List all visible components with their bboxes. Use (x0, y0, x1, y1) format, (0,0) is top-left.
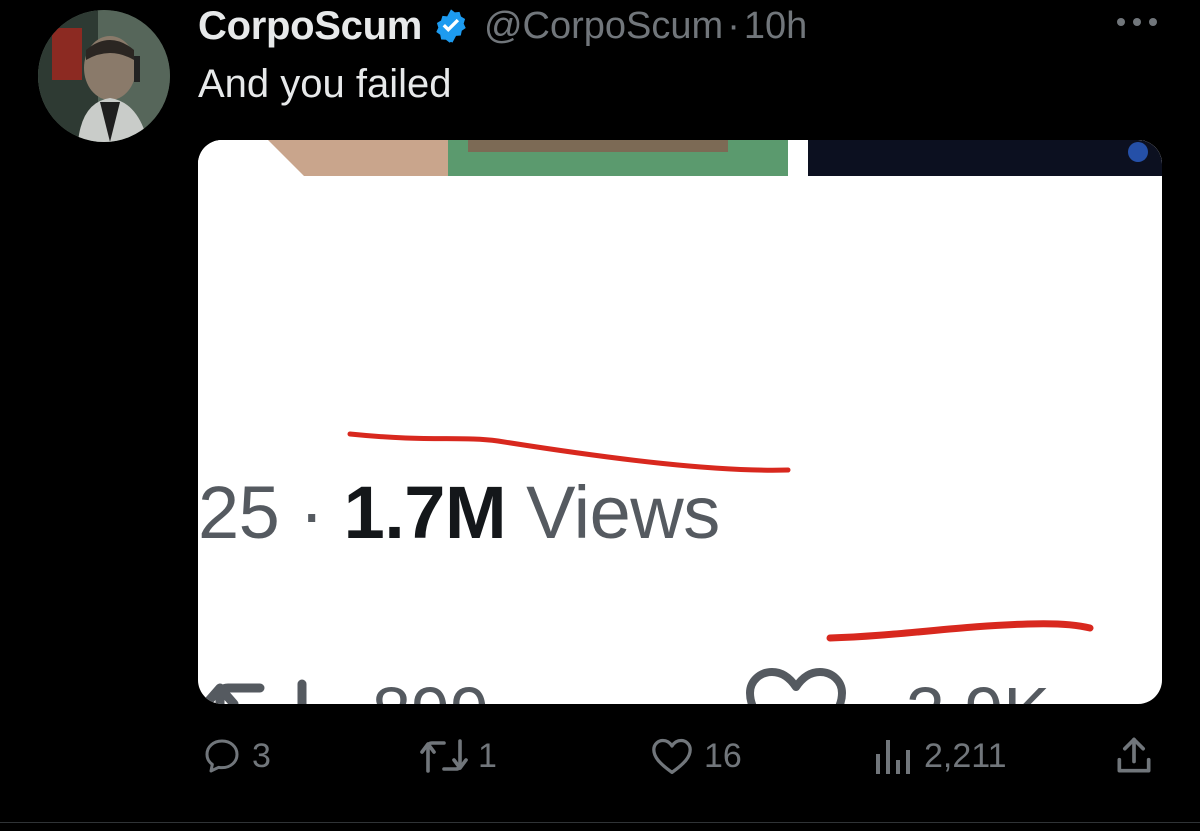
more-horizontal-icon (1117, 18, 1157, 26)
avatar-image (38, 10, 170, 142)
timestamp[interactable]: 10h (744, 5, 807, 48)
heart-icon (652, 738, 692, 774)
more-options-button[interactable] (1112, 4, 1162, 40)
display-name[interactable]: CorpoScum (198, 4, 422, 49)
views-count-bar: 2,211 (924, 736, 1007, 775)
red-underline-views (347, 431, 791, 473)
tweet-text: And you failed (198, 62, 452, 106)
like-count: 16 (704, 736, 742, 775)
share-button[interactable] (1112, 728, 1156, 784)
tweet-media-image[interactable]: 25 · 1.7M Views 899 3.9K (198, 140, 1162, 704)
avatar[interactable] (38, 10, 170, 142)
handle[interactable]: @CorpoScum (484, 5, 723, 48)
verified-badge-icon (432, 7, 470, 45)
red-underline-annotations (347, 431, 1094, 642)
share-icon (1117, 737, 1151, 773)
retweet-icon (420, 739, 468, 773)
reply-button[interactable]: 3 (202, 728, 271, 784)
like-button[interactable]: 16 (650, 728, 742, 784)
divider (0, 822, 1200, 823)
red-underline-likes (826, 620, 1094, 642)
tweet-header: CorpoScum @CorpoScum · 10h (198, 4, 807, 48)
reply-icon (205, 739, 239, 773)
views-chart-icon (876, 740, 910, 774)
retweet-button[interactable]: 1 (420, 728, 497, 784)
tweet-action-bar: 3 1 16 2,211 (198, 728, 1162, 784)
retweet-count: 1 (478, 736, 497, 775)
reply-count: 3 (252, 736, 271, 775)
separator-dot: · (727, 4, 740, 47)
views-button[interactable]: 2,211 (874, 728, 1007, 784)
